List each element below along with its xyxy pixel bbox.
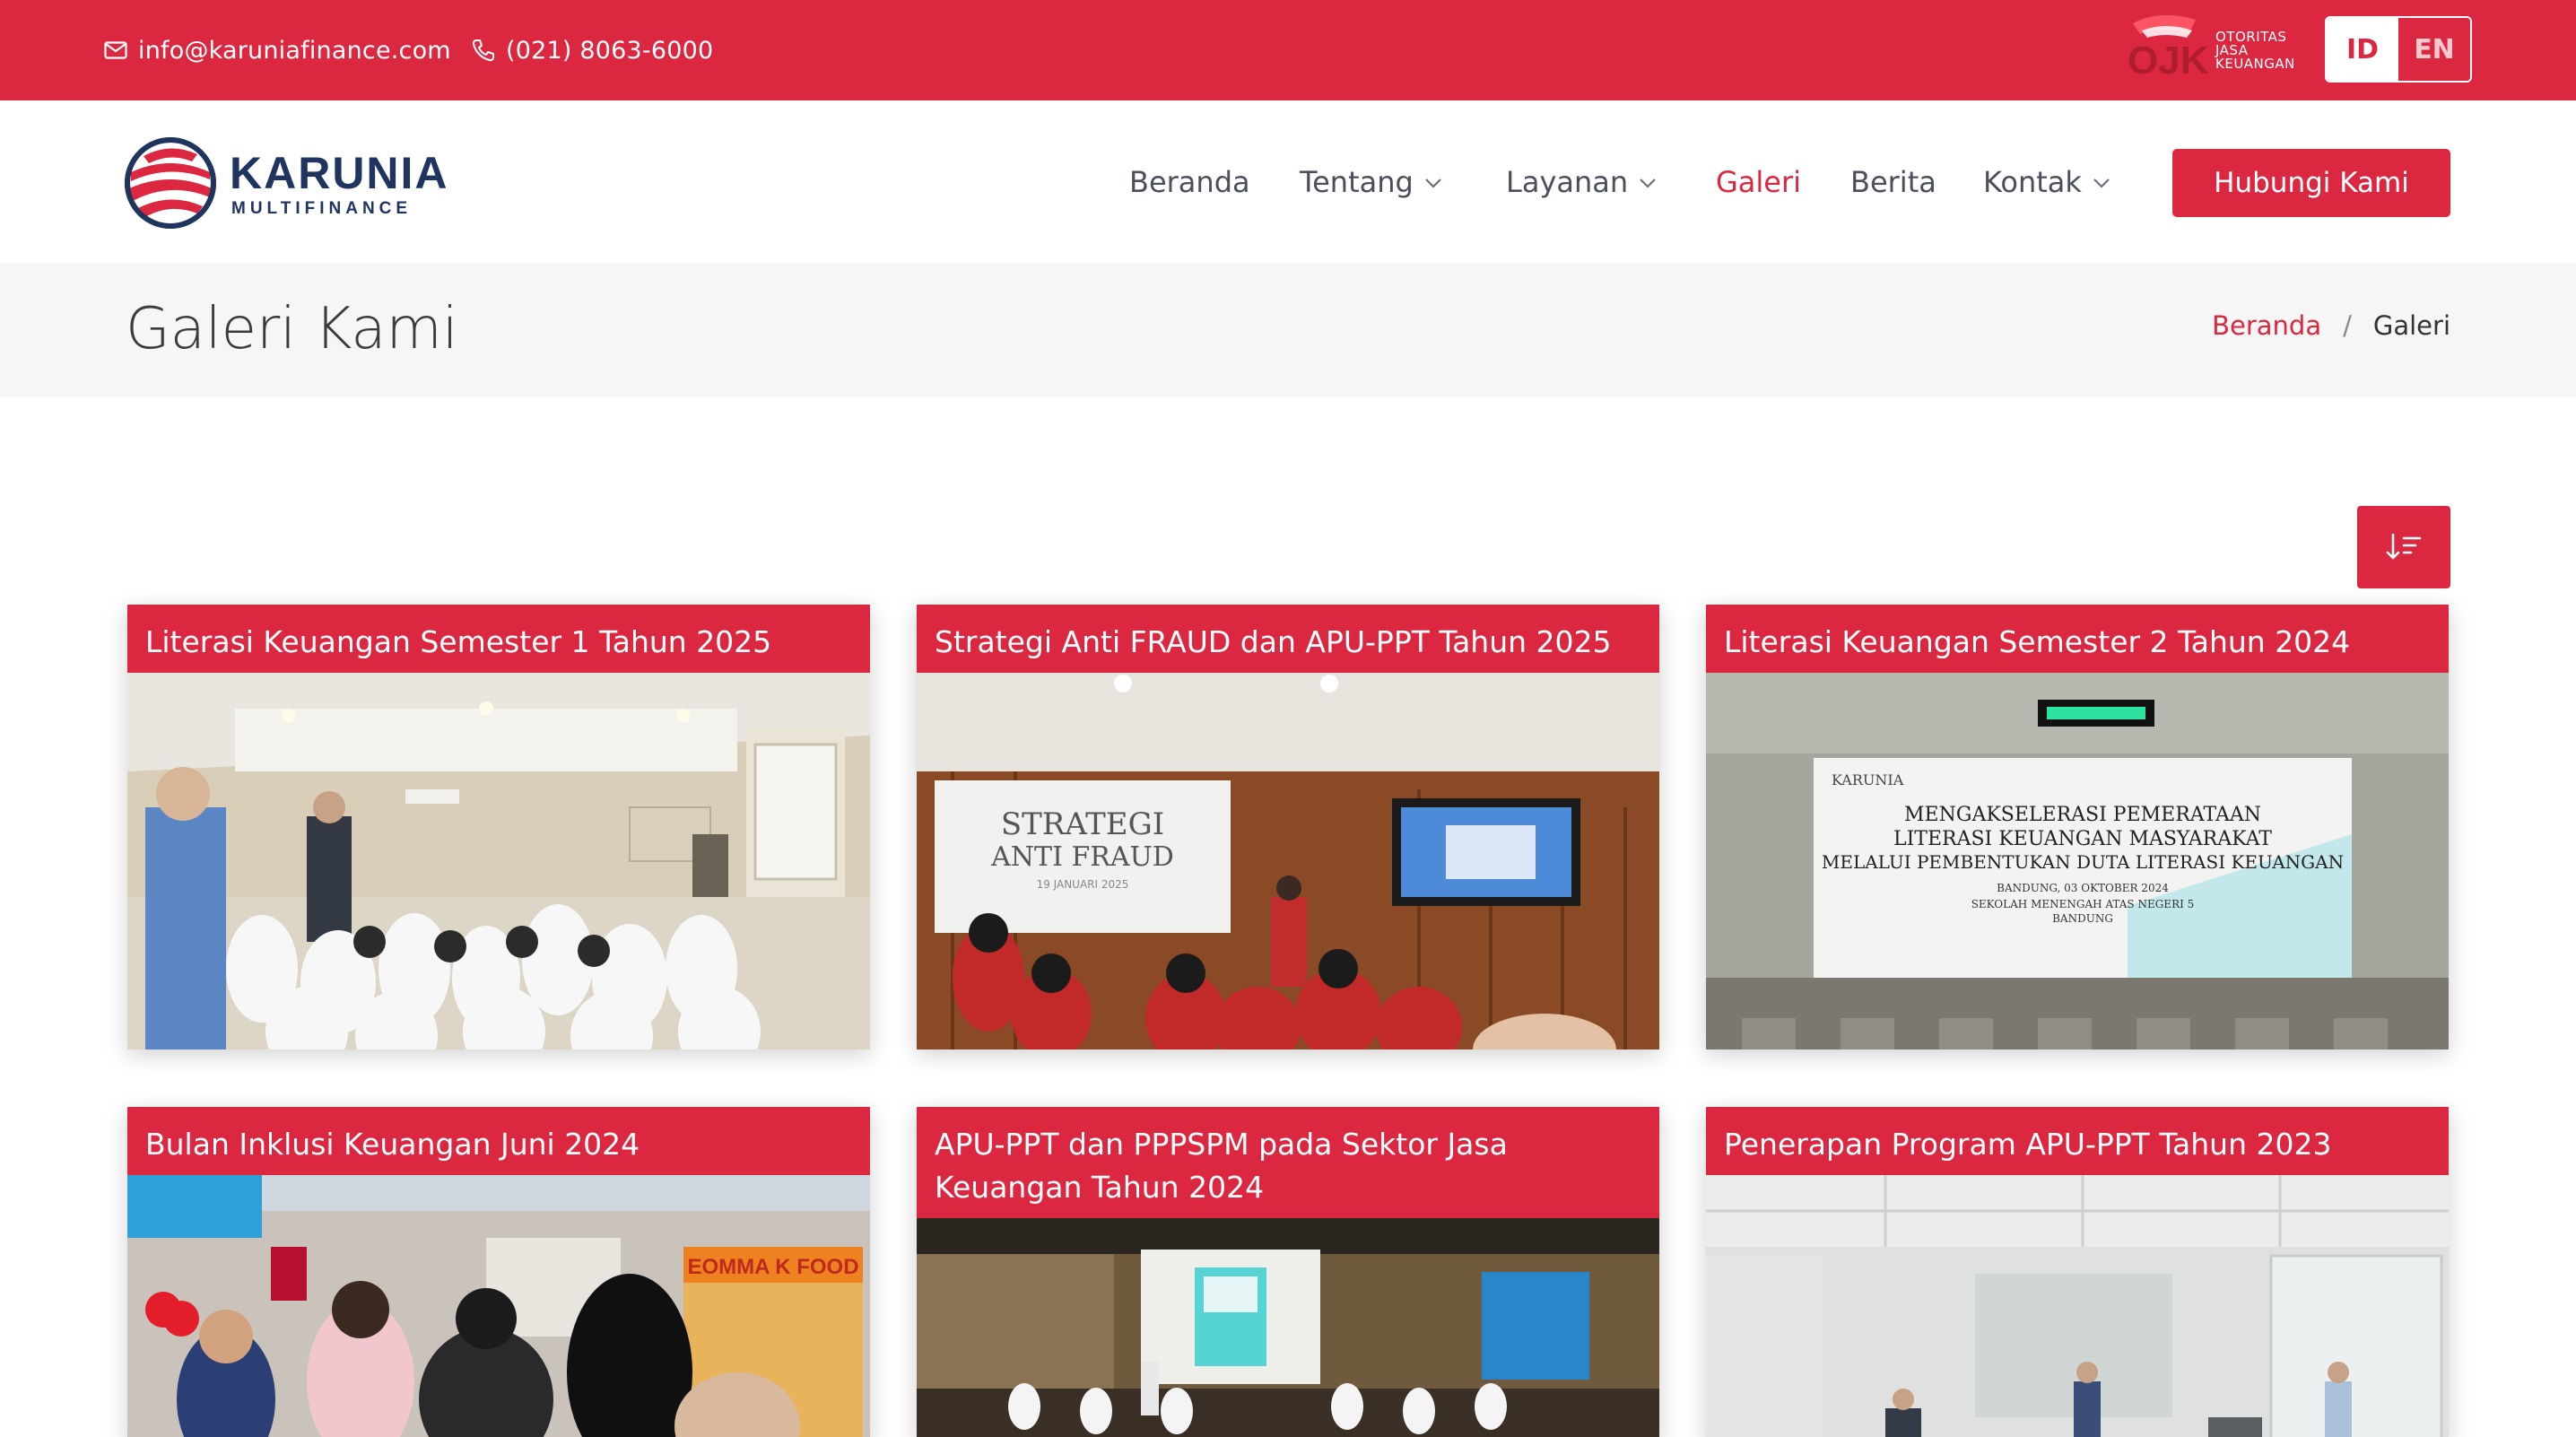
- nav-label: Berita: [1850, 165, 1936, 199]
- ojk-logo: OJK OTORITAS JASA KEUANGAN: [2124, 9, 2294, 81]
- language-switcher: ID EN: [2325, 16, 2472, 83]
- gallery-card[interactable]: Penerapan Program APU-PPT Tahun 2023: [1706, 1107, 2449, 1437]
- sort-button[interactable]: [2357, 506, 2450, 588]
- mail-icon: [104, 41, 127, 59]
- gallery-card[interactable]: Bulan Inklusi Keuangan Juni 2024 EOMMA K…: [127, 1107, 870, 1437]
- gallery-card[interactable]: APU-PPT dan PPPSPM pada Sektor Jasa Keua…: [917, 1107, 1659, 1437]
- ojk-text: OTORITAS JASA KEUANGAN: [2215, 30, 2295, 71]
- card-title: Literasi Keuangan Semester 1 Tahun 2025: [127, 605, 870, 673]
- card-title: Strategi Anti FRAUD dan APU-PPT Tahun 20…: [917, 605, 1659, 673]
- banner-line-5: SEKOLAH MENENGAH ATAS NEGERI 5: [1971, 898, 2195, 910]
- banner-line-2: ANTI FRAUD: [990, 841, 1174, 873]
- seminar-hall-photo: [917, 1218, 1659, 1437]
- chevron-down-icon: [2093, 179, 2110, 188]
- phone-text: (021) 8063-6000: [506, 36, 714, 65]
- lang-id-button[interactable]: ID: [2327, 18, 2398, 81]
- main-header: KARUNIA MULTIFINANCE Beranda Tentang Lay…: [0, 100, 2576, 264]
- card-photo[interactable]: STRATEGI ANTI FRAUD 19 JANUARI 2025: [917, 673, 1659, 1049]
- nav-tentang[interactable]: Tentang: [1300, 100, 1442, 264]
- phone-icon: [472, 39, 494, 62]
- card-photo[interactable]: KARUNIA MENGAKSELERASI PEMERATAAN LITERA…: [1706, 673, 2449, 1049]
- gallery-card[interactable]: Literasi Keuangan Semester 1 Tahun 2025: [127, 605, 870, 1049]
- nav-berita[interactable]: Berita: [1850, 100, 1936, 264]
- site-logo[interactable]: KARUNIA MULTIFINANCE: [124, 136, 448, 230]
- phone-link[interactable]: (021) 8063-6000: [472, 0, 713, 100]
- banner-line-1: STRATEGI: [1001, 806, 1164, 842]
- banner-line-4: BANDUNG, 03 OKTOBER 2024: [1997, 882, 2169, 894]
- banner-line-6: BANDUNG: [2052, 912, 2113, 925]
- mall-booth-photo: EOMMA K FOOD: [127, 1175, 870, 1437]
- globe-logo-icon: [125, 137, 216, 229]
- breadcrumb: Beranda / Galeri: [2212, 310, 2450, 341]
- nav-layanan[interactable]: Layanan: [1506, 100, 1657, 264]
- sort-descending-icon: [2386, 533, 2422, 560]
- logo-wordmark: KARUNIA: [230, 148, 449, 198]
- banner-line-2: LITERASI KEUANGAN MASYARAKAT: [1893, 828, 2272, 850]
- nav-label: Kontak: [1983, 165, 2082, 199]
- email-text: info@karuniafinance.com: [138, 36, 451, 65]
- nav-label: Galeri: [1716, 165, 1802, 199]
- banner-brand: KARUNIA: [1832, 771, 1904, 788]
- ojk-line-3: KEUANGAN: [2215, 56, 2295, 72]
- top-bar: info@karuniafinance.com (021) 8063-6000 …: [0, 0, 2576, 100]
- contact-us-button[interactable]: Hubungi Kami: [2172, 149, 2450, 217]
- food-sign-text: EOMMA K FOOD: [687, 1255, 858, 1279]
- nav-label: Layanan: [1506, 165, 1629, 199]
- nav-beranda[interactable]: Beranda: [1129, 100, 1250, 264]
- breadcrumb-home-link[interactable]: Beranda: [2212, 310, 2321, 341]
- lang-en-button[interactable]: EN: [2398, 18, 2470, 81]
- card-photo[interactable]: [127, 673, 870, 1049]
- gallery-card[interactable]: Strategi Anti FRAUD dan APU-PPT Tahun 20…: [917, 605, 1659, 1049]
- gallery-card[interactable]: Literasi Keuangan Semester 2 Tahun 2024 …: [1706, 605, 2449, 1049]
- classroom-photo: [127, 673, 870, 1049]
- ojk-mark-icon: OJK: [2128, 14, 2209, 79]
- card-title: Bulan Inklusi Keuangan Juni 2024: [127, 1107, 870, 1175]
- breadcrumb-current: Galeri: [2372, 310, 2450, 341]
- page-title: Galeri Kami: [126, 296, 458, 362]
- banner-date: 19 JANUARI 2025: [1037, 878, 1129, 891]
- card-title: APU-PPT dan PPPSPM pada Sektor Jasa Keua…: [917, 1107, 1659, 1218]
- chevron-down-icon: [1640, 179, 1656, 188]
- logo-subtitle: MULTIFINANCE: [231, 199, 413, 218]
- chevron-down-icon: [1425, 179, 1441, 188]
- card-photo[interactable]: EOMMA K FOOD: [127, 1175, 870, 1437]
- card-photo[interactable]: [917, 1218, 1659, 1437]
- ojk-mark-text: OJK: [2128, 39, 2209, 79]
- nav-label: Tentang: [1300, 165, 1414, 199]
- nav-galeri[interactable]: Galeri: [1716, 100, 1801, 264]
- card-title: Penerapan Program APU-PPT Tahun 2023: [1706, 1107, 2449, 1175]
- card-title: Literasi Keuangan Semester 2 Tahun 2024: [1706, 605, 2449, 673]
- meeting-room-photo: STRATEGI ANTI FRAUD 19 JANUARI 2025: [917, 673, 1659, 1049]
- nav-kontak[interactable]: Kontak: [1983, 100, 2110, 264]
- card-photo[interactable]: [1706, 1175, 2449, 1437]
- banner-line-3: MELALUI PEMBENTUKAN DUTA LITERASI KEUANG…: [1822, 851, 2344, 873]
- page-title-band: Galeri Kami Beranda / Galeri: [0, 264, 2576, 396]
- office-meeting-photo: [1706, 1175, 2449, 1437]
- breadcrumb-separator: /: [2343, 310, 2352, 341]
- literacy-event-photo: KARUNIA MENGAKSELERASI PEMERATAAN LITERA…: [1706, 673, 2449, 1049]
- banner-line-1: MENGAKSELERASI PEMERATAAN: [1904, 804, 2261, 826]
- nav-label: Beranda: [1129, 165, 1250, 199]
- email-link[interactable]: info@karuniafinance.com: [104, 0, 451, 100]
